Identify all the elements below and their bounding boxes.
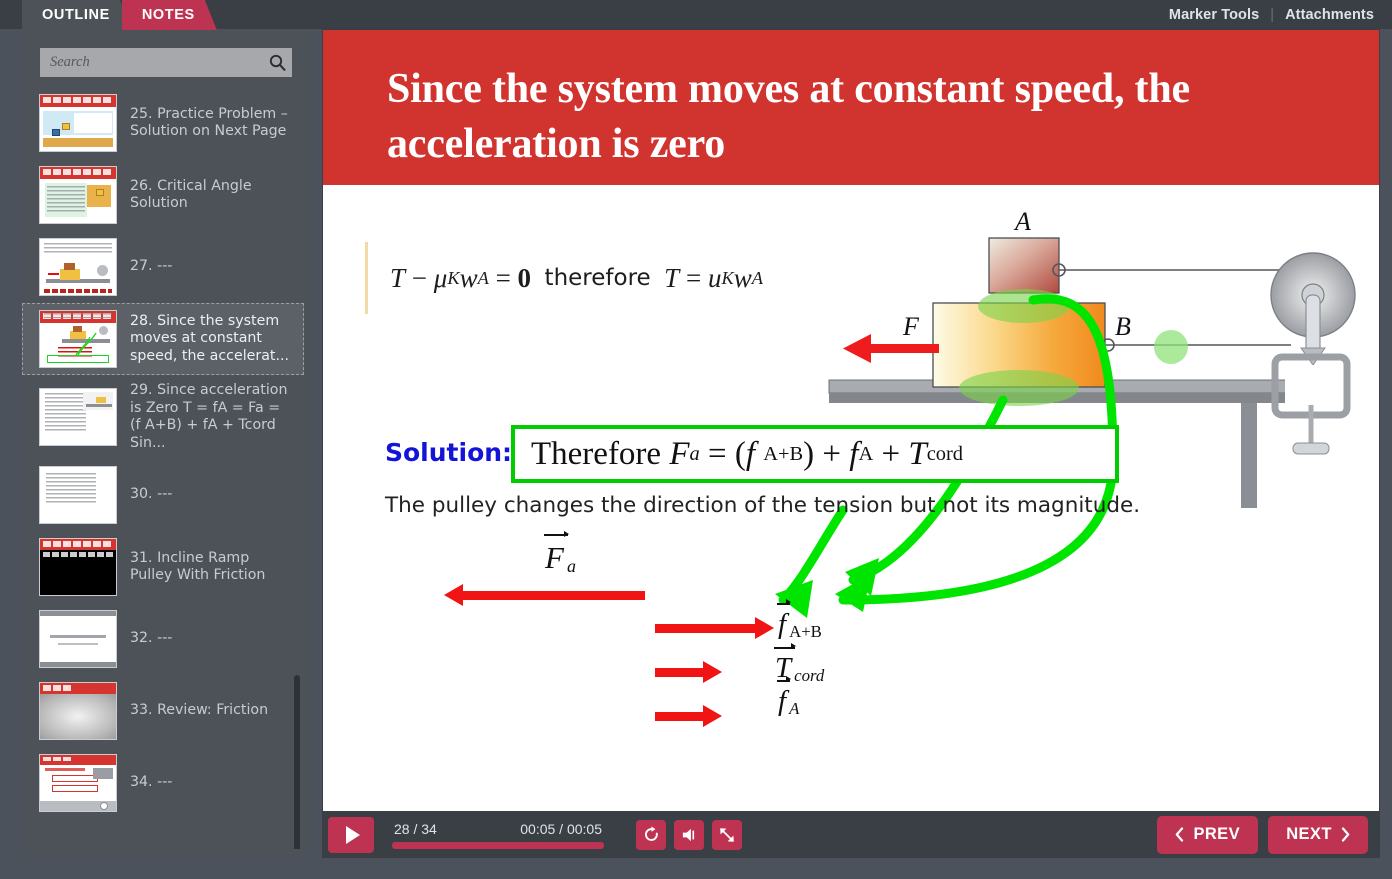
list-item[interactable]: 25. Practice Problem – Solution on Next … [22,87,304,159]
vector-label-Fa: Fa [544,530,576,577]
search-wrapper [22,29,310,87]
thumbnail-27 [39,238,117,296]
thumbnail-34 [39,754,117,812]
list-item-label: 26. Critical Angle Solution [130,177,252,212]
slide-navigation: PREV NEXT [1157,815,1368,854]
final-equation-box: Therefore Fa = (f A+B) + fA + Tcord [511,425,1119,483]
thumbnail-32 [39,610,117,668]
red-arrow-Tcord [655,661,722,683]
sidebar-tabs: OUTLINE NOTES [22,0,217,30]
thumbnail-28 [39,310,117,368]
fullscreen-button[interactable] [712,819,742,850]
playback-controls [636,819,742,850]
time-display: 00:05 / 00:05 [520,820,602,837]
chevron-left-icon [1176,827,1184,842]
list-item-label: 33. Review: Friction [130,702,269,719]
thumbnail-26 [39,166,117,224]
red-arrow-fAB [655,617,774,639]
list-item-label: 28. Since the system moves at constant s… [130,312,289,364]
progress-bar[interactable] [392,841,604,849]
list-item[interactable]: 26. Critical Angle Solution [22,159,304,231]
solution-heading: Solution: [385,438,513,467]
vector-label-fAB: f A+B [776,599,822,642]
thumbnail-29 [39,388,117,446]
thumbnail-33 [39,682,117,740]
list-item[interactable]: 29. Since acceleration is Zero T = fA = … [22,375,304,459]
red-arrow-fA [655,705,722,727]
marker-tools-link[interactable]: Marker Tools [1169,7,1259,23]
player-controls: 28 / 34 00:05 / 00:05 PREV NEXT [322,811,1380,858]
page-title: Since the system moves at constant speed… [387,66,1190,167]
tab-notes[interactable]: NOTES [122,0,217,30]
solution-body-text: The pulley changes the direction of the … [385,493,1141,518]
list-item-label: 34. --- [130,774,173,791]
list-item-label: 29. Since acceleration is Zero T = fA = … [130,382,288,451]
list-item[interactable]: 27. --- [22,231,304,303]
progress-area[interactable]: 28 / 34 00:05 / 00:05 [392,821,604,849]
sidebar-scrollbar[interactable] [294,675,300,849]
list-item[interactable]: 32. --- [22,603,304,675]
top-bar-links: Marker Tools | Attachments [1169,0,1374,29]
chevron-right-icon [1341,827,1350,842]
player-root: Marker Tools | Attachments OUTLINE NOTES [0,0,1392,879]
search-input[interactable] [40,54,262,71]
replay-button[interactable] [636,819,666,850]
list-item-label: 25. Practice Problem – Solution on Next … [130,105,288,140]
tab-outline[interactable]: OUTLINE [22,0,132,30]
resize-icon [720,827,734,842]
search-icon[interactable] [262,48,292,77]
list-item-label: 32. --- [130,630,173,647]
progress-labels: 28 / 34 00:05 / 00:05 [392,821,604,842]
thumbnail-25 [39,94,117,152]
prev-label: PREV [1193,825,1240,843]
replay-icon [644,826,658,841]
volume-icon [682,828,694,841]
list-item-label: 31. Incline Ramp Pulley With Friction [130,549,266,584]
volume-button[interactable] [674,819,704,850]
prev-button[interactable]: PREV [1157,815,1258,854]
play-icon [345,825,360,844]
list-item-label: 30. --- [130,486,173,503]
list-item[interactable]: 31. Incline Ramp Pulley With Friction [22,531,304,603]
outline-list[interactable]: 25. Practice Problem – Solution on Next … [22,87,310,849]
search-box[interactable] [40,48,292,77]
next-label: NEXT [1286,825,1332,843]
slide-stage: Since the system moves at constant speed… [322,29,1380,858]
slide-canvas: Since the system moves at constant speed… [323,30,1379,811]
list-item[interactable]: 34. --- [22,747,304,819]
red-arrow-Fa [444,584,645,606]
topbar-separator: | [1270,6,1275,23]
attachments-link[interactable]: Attachments [1285,7,1374,23]
thumbnail-31 [39,538,117,596]
list-item[interactable]: 30. --- [22,459,304,531]
sidebar-panel: 25. Practice Problem – Solution on Next … [22,29,310,858]
next-button[interactable]: NEXT [1268,815,1368,854]
list-item-selected[interactable]: 28. Since the system moves at constant s… [22,303,304,375]
play-button[interactable] [328,816,374,853]
slide-counter: 28 / 34 [394,820,437,837]
list-item-label: 27. --- [130,258,173,275]
thumbnail-30 [39,466,117,524]
list-item[interactable]: 33. Review: Friction [22,675,304,747]
vector-label-fA: fA [776,676,800,719]
